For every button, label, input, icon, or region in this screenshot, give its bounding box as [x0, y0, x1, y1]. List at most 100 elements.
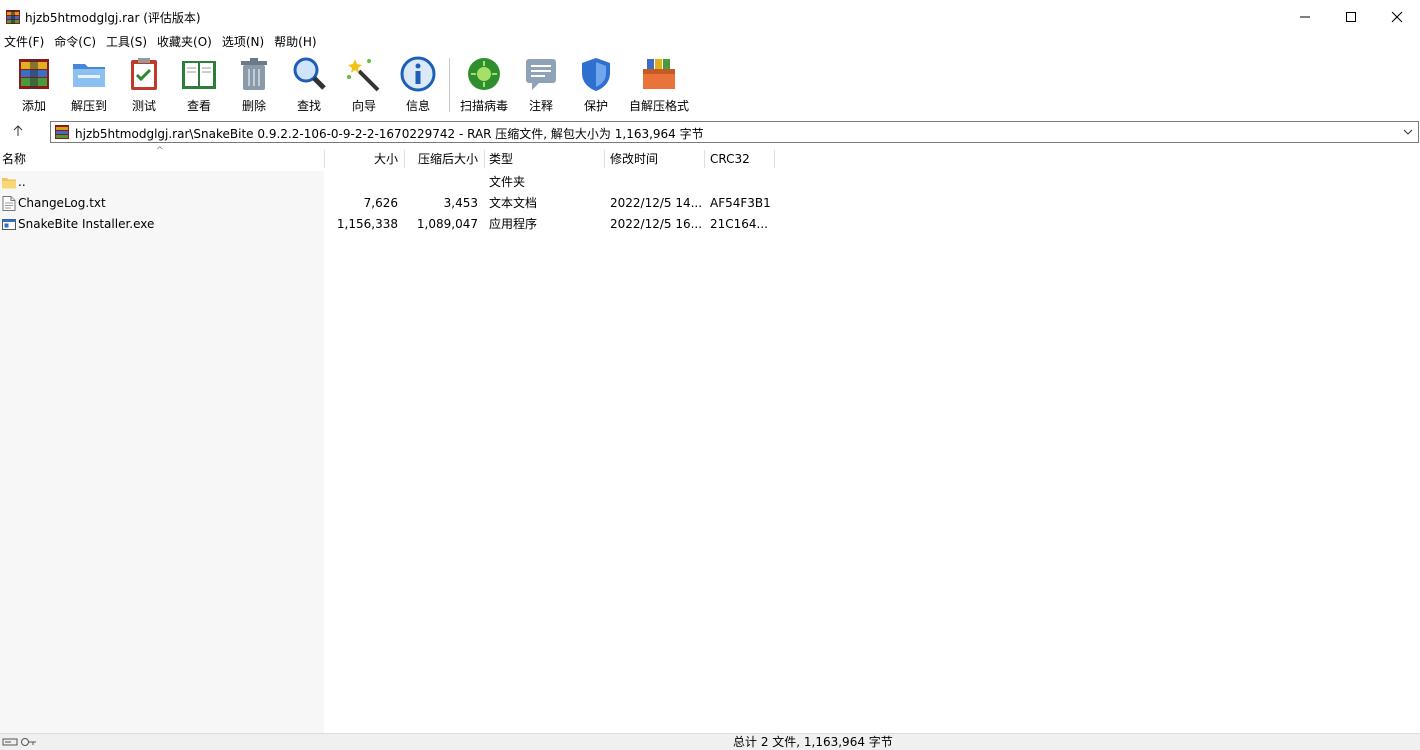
add-label: 添加: [21, 99, 46, 113]
column-header-packed[interactable]: 压缩后大小: [410, 147, 478, 171]
chevron-down-icon: [1403, 129, 1413, 135]
toolbar: 添加 解压到 测试 查看 删除 查找 向导 信息 扫描病毒 注释 保护 自解压格…: [0, 52, 1420, 117]
file-size: [330, 172, 398, 193]
file-row-installer[interactable]: SnakeBite Installer.exe 1,156,338 1,089,…: [0, 214, 1420, 235]
menu-help[interactable]: 帮助(H): [270, 33, 320, 52]
find-label: 查找: [296, 99, 321, 113]
add-archive-icon: [19, 59, 49, 89]
file-row-changelog[interactable]: ChangeLog.txt 7,626 3,453 文本文档 2022/12/5…: [0, 193, 1420, 214]
menu-tools[interactable]: 工具(S): [102, 33, 151, 52]
sfx-label: 自解压格式: [628, 99, 689, 113]
virus-scan-button[interactable]: 扫描病毒: [459, 55, 509, 115]
file-type: 文件夹: [489, 175, 526, 189]
column-divider[interactable]: [604, 150, 605, 168]
magnifier-icon: [293, 57, 326, 90]
column-header-name[interactable]: 名称: [2, 147, 26, 171]
wizard-wand-icon: [347, 59, 380, 92]
virus-scan-icon: [468, 58, 500, 90]
virus-scan-label: 扫描病毒: [459, 99, 508, 113]
wizard-button[interactable]: 向导: [345, 55, 383, 115]
protect-label: 保护: [583, 99, 608, 113]
protect-button[interactable]: 保护: [577, 55, 615, 115]
column-header-type[interactable]: 类型: [489, 147, 513, 171]
add-button[interactable]: 添加: [15, 55, 53, 115]
drive-and-key-icon[interactable]: [2, 735, 38, 749]
file-type: 文本文档: [489, 196, 538, 210]
minimize-icon: [1300, 16, 1310, 17]
file-modified: 2022/12/5 14...: [610, 196, 703, 210]
delete-label: 删除: [241, 99, 266, 113]
view-book-icon: [182, 61, 216, 89]
shield-icon: [582, 58, 610, 91]
column-header-modified[interactable]: 修改时间: [610, 147, 658, 171]
info-label: 信息: [405, 99, 430, 113]
menu-file[interactable]: 文件(F): [0, 33, 48, 52]
address-row: hjzb5htmodglgj.rar\SnakeBite 0.9.2.2-106…: [0, 117, 1420, 147]
extract-to-button[interactable]: 解压到: [69, 55, 109, 115]
address-path: hjzb5htmodglgj.rar\SnakeBite 0.9.2.2-106…: [75, 127, 704, 141]
column-divider[interactable]: [484, 150, 485, 168]
file-name: ChangeLog.txt: [18, 196, 106, 210]
file-size: 1,156,338: [336, 217, 398, 231]
file-packed-size: 1,089,047: [416, 217, 478, 231]
test-label: 测试: [131, 99, 156, 113]
close-icon: [1391, 11, 1403, 22]
info-button[interactable]: 信息: [399, 55, 437, 115]
menu-options[interactable]: 选项(N): [218, 33, 268, 52]
maximize-button[interactable]: [1328, 0, 1374, 33]
column-divider[interactable]: [704, 150, 705, 168]
list-name-column-shade: [0, 171, 324, 733]
trash-icon: [241, 58, 267, 90]
comment-button[interactable]: 注释: [522, 55, 560, 115]
menu-bar: 文件(F) 命令(C) 工具(S) 收藏夹(O) 选项(N) 帮助(H): [0, 33, 1420, 52]
maximize-icon: [1346, 11, 1356, 22]
window-title: hjzb5htmodglgj.rar (评估版本): [25, 11, 201, 25]
text-file-icon: [2, 196, 16, 211]
column-header-size[interactable]: 大小: [330, 147, 398, 171]
comment-icon: [526, 59, 556, 90]
file-name: ..: [18, 175, 26, 189]
address-bar[interactable]: hjzb5htmodglgj.rar\SnakeBite 0.9.2.2-106…: [50, 121, 1419, 143]
sfx-icon: [643, 59, 675, 89]
sfx-button[interactable]: 自解压格式: [628, 55, 690, 115]
file-packed-size: [410, 172, 478, 193]
column-header-row: 名称 ^ 大小 压缩后大小 类型 修改时间 CRC32: [0, 146, 1420, 171]
winrar-app-icon[interactable]: [5, 9, 21, 25]
file-crc: 21C164...: [710, 217, 768, 231]
wizard-label: 向导: [351, 99, 376, 113]
menu-favorites[interactable]: 收藏夹(O): [153, 33, 216, 52]
test-button[interactable]: 测试: [125, 55, 163, 115]
extract-to-label: 解压到: [70, 99, 107, 113]
file-size: 7,626: [363, 196, 398, 210]
file-modified: 2022/12/5 16...: [610, 217, 703, 231]
sort-ascending-icon: ^: [156, 146, 164, 156]
up-arrow-icon: [13, 125, 23, 136]
file-crc: AF54F3B1: [710, 196, 771, 210]
file-row-parent[interactable]: .. 文件夹: [0, 172, 1420, 193]
column-divider[interactable]: [404, 150, 405, 168]
file-packed-size: 3,453: [443, 196, 478, 210]
file-list: 名称 ^ 大小 压缩后大小 类型 修改时间 CRC32 .. 文件夹 Chang…: [0, 146, 1420, 733]
view-label: 查看: [186, 99, 211, 113]
info-icon: [400, 56, 436, 92]
view-button[interactable]: 查看: [178, 55, 220, 115]
delete-button[interactable]: 删除: [235, 55, 273, 115]
up-folder-button[interactable]: [8, 121, 28, 141]
test-clipboard-icon: [131, 58, 157, 90]
column-divider[interactable]: [774, 150, 775, 168]
address-dropdown-button[interactable]: [1402, 125, 1414, 139]
close-button[interactable]: [1374, 0, 1420, 33]
extract-to-folder-icon: [73, 64, 105, 87]
rar-archive-icon: [55, 125, 69, 139]
folder-icon: [2, 178, 16, 189]
file-name: SnakeBite Installer.exe: [18, 217, 155, 231]
exe-file-icon: [2, 219, 16, 230]
column-divider[interactable]: [324, 150, 325, 168]
minimize-button[interactable]: [1282, 0, 1328, 33]
title-bar: hjzb5htmodglgj.rar (评估版本): [0, 0, 1420, 33]
menu-command[interactable]: 命令(C): [50, 33, 100, 52]
toolbar-separator: [449, 58, 450, 112]
comment-label: 注释: [528, 99, 553, 113]
column-header-crc[interactable]: CRC32: [710, 147, 750, 171]
find-button[interactable]: 查找: [290, 55, 328, 115]
